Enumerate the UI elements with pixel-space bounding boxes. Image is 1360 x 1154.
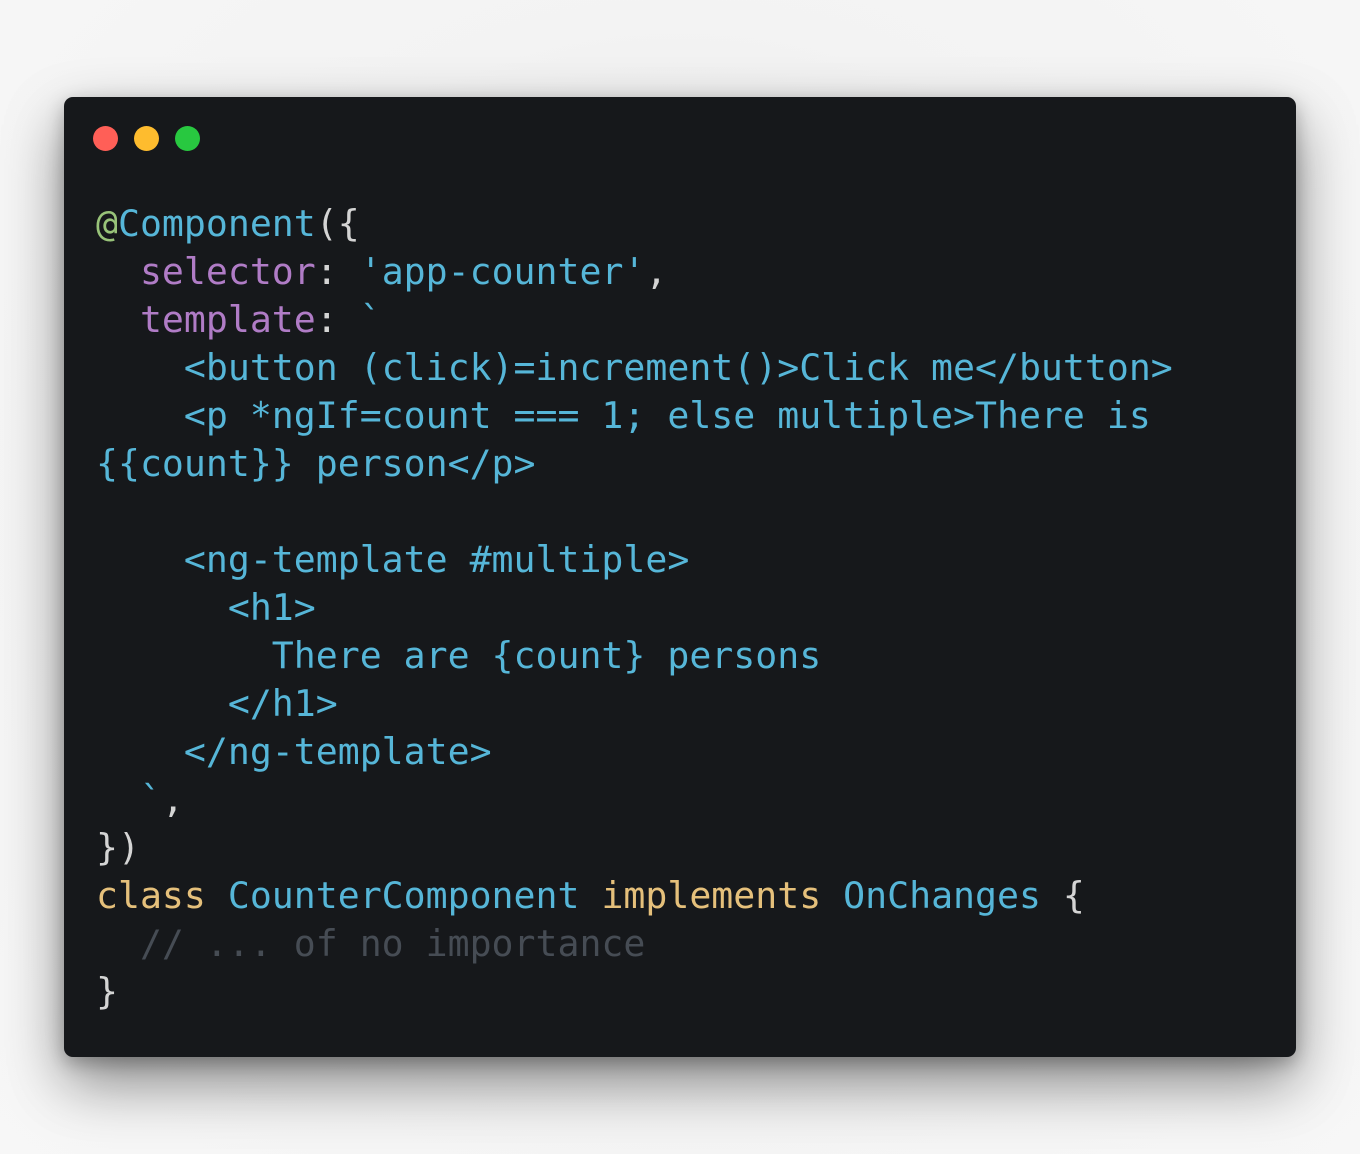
code-line: </h1>: [96, 680, 1173, 728]
code-token-comment: // ... of no importance: [96, 922, 646, 965]
minimize-button-icon[interactable]: [134, 126, 159, 151]
window-titlebar: [93, 126, 200, 152]
code-token-default: `: [96, 778, 162, 821]
code-token-default: [96, 250, 140, 293]
code-token-punctuation: ,: [645, 250, 668, 293]
code-line: <button (click)=increment()>Click me</bu…: [96, 344, 1173, 392]
code-token-default: [96, 298, 140, 341]
code-token-punctuation: :: [315, 298, 360, 341]
code-token-default: <button (click)=increment()>Click me</bu…: [96, 346, 1173, 389]
code-line: <h1>: [96, 584, 1173, 632]
code-line: <ng-template #multiple>: [96, 536, 1173, 584]
code-line: class CounterComponent implements OnChan…: [96, 872, 1173, 920]
code-token-decorator: @: [96, 202, 118, 245]
code-token-punctuation: ,: [161, 778, 184, 821]
code-token-default: <p *ngIf=count === 1; else multiple>Ther…: [96, 394, 1151, 437]
code-token-punctuation: ({: [315, 202, 360, 245]
code-line: template: `: [96, 296, 1173, 344]
code-token-default: There are {count} persons: [96, 634, 822, 677]
code-line: }): [96, 824, 1173, 872]
code-line: <p *ngIf=count === 1; else multiple>Ther…: [96, 392, 1173, 440]
code-token-punctuation: {: [1062, 874, 1085, 917]
code-line: selector: 'app-counter',: [96, 248, 1173, 296]
code-block: @Component({ selector: 'app-counter', te…: [96, 200, 1173, 1016]
code-token-keyword: class: [96, 874, 228, 917]
code-line: There are {count} persons: [96, 632, 1173, 680]
code-line: @Component({: [96, 200, 1173, 248]
code-token-default: <ng-template #multiple>: [96, 538, 690, 581]
code-token-default: `: [359, 298, 382, 341]
code-line: `,: [96, 776, 1173, 824]
code-token-default: Component: [117, 202, 316, 245]
code-line: }: [96, 968, 1173, 1016]
code-line: {{count}} person</p>: [96, 440, 1173, 488]
code-token-default: OnChanges: [843, 874, 1063, 917]
code-token-default: 'app-counter': [359, 250, 646, 293]
code-token-default: <h1>: [96, 586, 316, 629]
code-token-property: template: [139, 298, 316, 341]
code-token-property: selector: [139, 250, 316, 293]
code-token-default: {{count}} person</p>: [96, 442, 536, 485]
close-button-icon[interactable]: [93, 126, 118, 151]
code-window: @Component({ selector: 'app-counter', te…: [64, 97, 1296, 1057]
code-token-default: </h1>: [96, 682, 338, 725]
code-token-default: </ng-template>: [96, 730, 492, 773]
code-token-punctuation: }: [96, 970, 118, 1013]
code-token-punctuation: }): [96, 826, 140, 869]
code-line: // ... of no importance: [96, 920, 1173, 968]
code-line: </ng-template>: [96, 728, 1173, 776]
zoom-button-icon[interactable]: [175, 126, 200, 151]
code-token-default: CounterComponent: [227, 874, 602, 917]
code-token-punctuation: :: [315, 250, 360, 293]
code-token-keyword: implements: [601, 874, 844, 917]
